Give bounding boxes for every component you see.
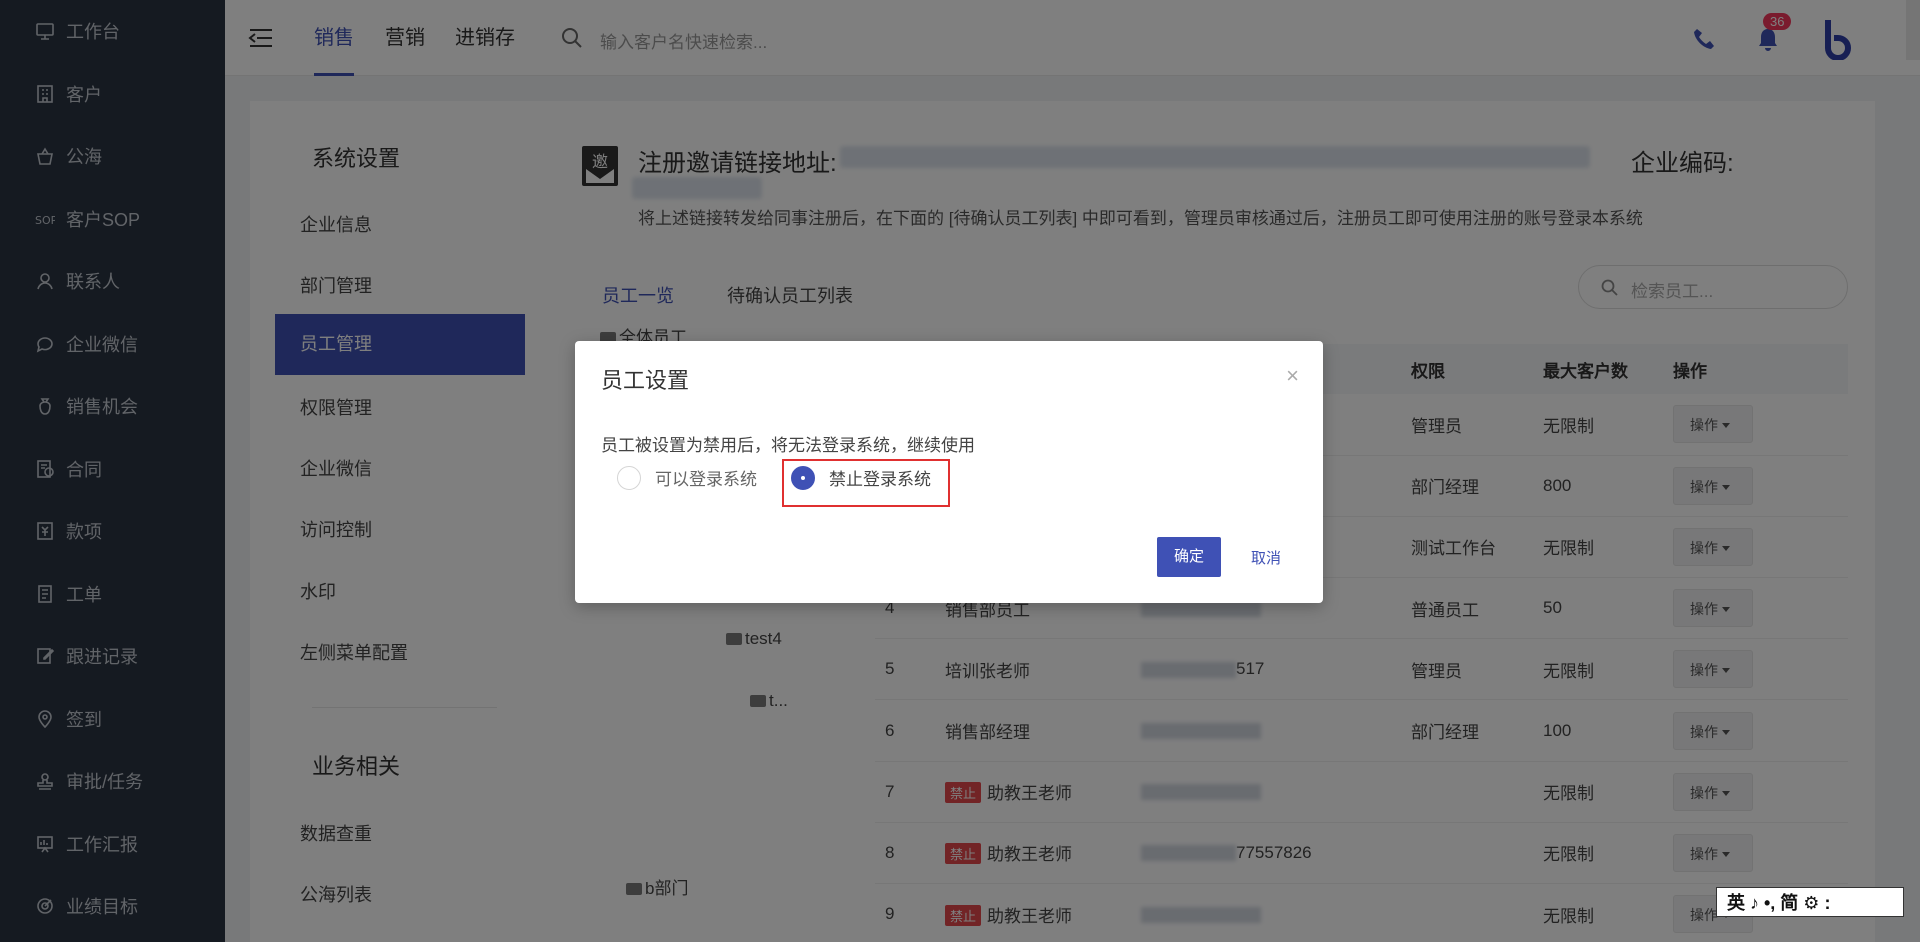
ime-status-text: 英 ♪ •, 简 ⚙ : bbox=[1727, 893, 1831, 913]
highlight-box bbox=[782, 459, 950, 507]
confirm-button[interactable]: 确定 bbox=[1157, 537, 1221, 577]
ime-toolbar[interactable]: 英 ♪ •, 简 ⚙ : bbox=[1716, 887, 1904, 917]
radio-unchecked-icon bbox=[617, 465, 641, 490]
close-icon[interactable]: × bbox=[1286, 363, 1299, 389]
dialog-title: 员工设置 bbox=[601, 368, 690, 393]
cancel-button[interactable]: 取消 bbox=[1251, 547, 1281, 568]
employee-settings-dialog: 员工设置 × 员工被设置为禁用后，将无法登录系统，继续使用 可以登录系统 禁止登… bbox=[575, 341, 1323, 603]
dialog-message: 员工被设置为禁用后，将无法登录系统，继续使用 bbox=[601, 436, 975, 455]
radio-allow-label: 可以登录系统 bbox=[655, 470, 757, 489]
radio-allow-login[interactable]: 可以登录系统 bbox=[617, 465, 757, 490]
